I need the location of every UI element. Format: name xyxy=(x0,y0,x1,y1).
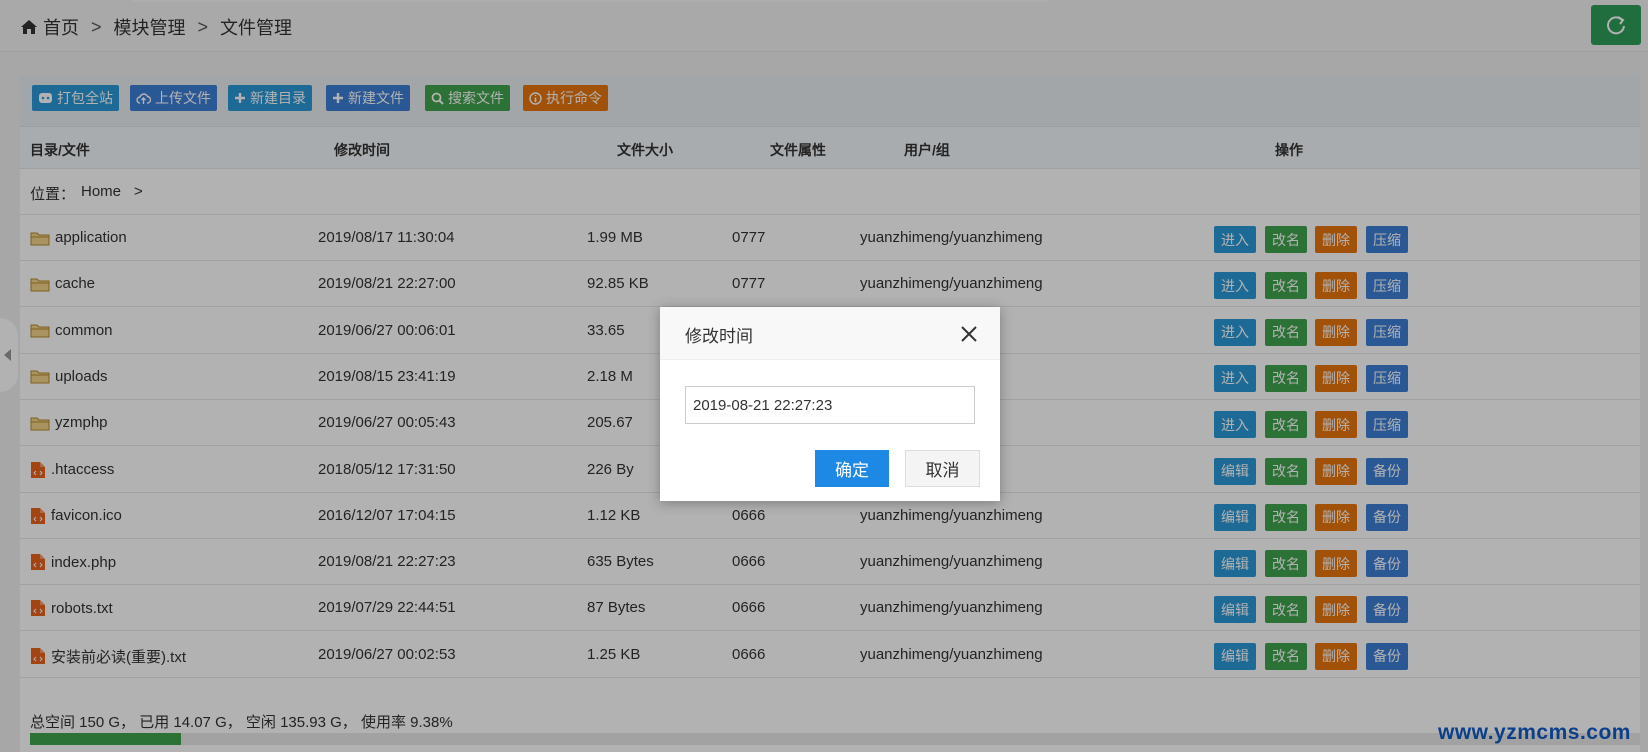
modify-time-input[interactable] xyxy=(685,386,975,424)
dialog-header: 修改时间 xyxy=(660,307,1000,360)
confirm-button[interactable]: 确定 xyxy=(815,450,889,487)
watermark: www.yzmcms.com xyxy=(1438,721,1631,744)
cancel-button[interactable]: 取消 xyxy=(905,450,980,487)
close-icon[interactable] xyxy=(958,323,980,345)
dialog-title: 修改时间 xyxy=(685,327,753,346)
modify-time-dialog: 修改时间 确定 取消 xyxy=(660,307,1000,501)
